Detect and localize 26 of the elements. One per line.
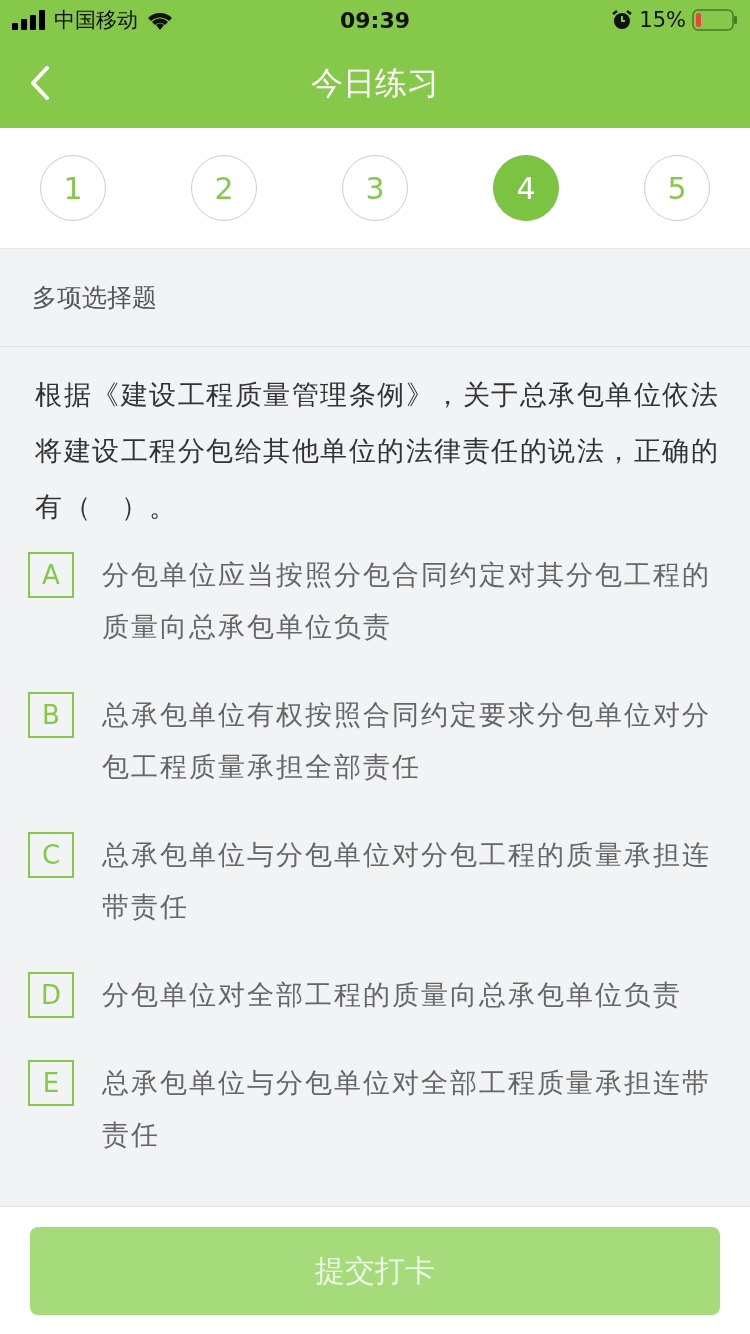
signal-icon	[12, 10, 46, 30]
status-time: 09:39	[340, 7, 410, 33]
question-number[interactable]: 1	[40, 155, 106, 221]
option-text[interactable]: 总承包单位与分包单位对全部工程质量承担连带责任	[102, 1057, 712, 1161]
battery-icon	[692, 9, 738, 31]
page-title: 今日练习	[311, 63, 439, 104]
back-icon[interactable]	[30, 66, 50, 100]
option-text[interactable]: 总承包单位有权按照合同约定要求分包单位对分包工程质量承担全部责任	[102, 689, 712, 793]
question-number[interactable]: 5	[644, 155, 710, 221]
option-checkbox[interactable]: C	[28, 832, 74, 878]
option-text[interactable]: 分包单位对全部工程的质量向总承包单位负责	[102, 969, 712, 1021]
carrier-name: 中国移动	[54, 7, 138, 34]
question-number[interactable]: 2	[191, 155, 257, 221]
option-checkbox[interactable]: E	[28, 1060, 74, 1106]
question-text: 根据《建设工程质量管理条例》，关于总承包单位依法将建设工程分包给其他单位的法律责任的说法，正确的有（ ）。	[34, 378, 720, 524]
question-number[interactable]: 4	[493, 155, 559, 221]
option-checkbox[interactable]: D	[28, 972, 74, 1018]
option-text[interactable]: 总承包单位与分包单位对分包工程的质量承担连带责任	[102, 829, 712, 933]
option-text[interactable]: 分包单位应当按照分包合同约定对其分包工程的质量向总承包单位负责	[102, 549, 712, 653]
question-number[interactable]: 3	[342, 155, 408, 221]
wifi-icon	[146, 10, 174, 30]
option-checkbox[interactable]: B	[28, 692, 74, 738]
battery-percent: 15%	[639, 8, 686, 32]
option-checkbox[interactable]: A	[28, 552, 74, 598]
alarm-icon	[611, 9, 634, 31]
question-type: 多项选择题	[32, 282, 157, 314]
